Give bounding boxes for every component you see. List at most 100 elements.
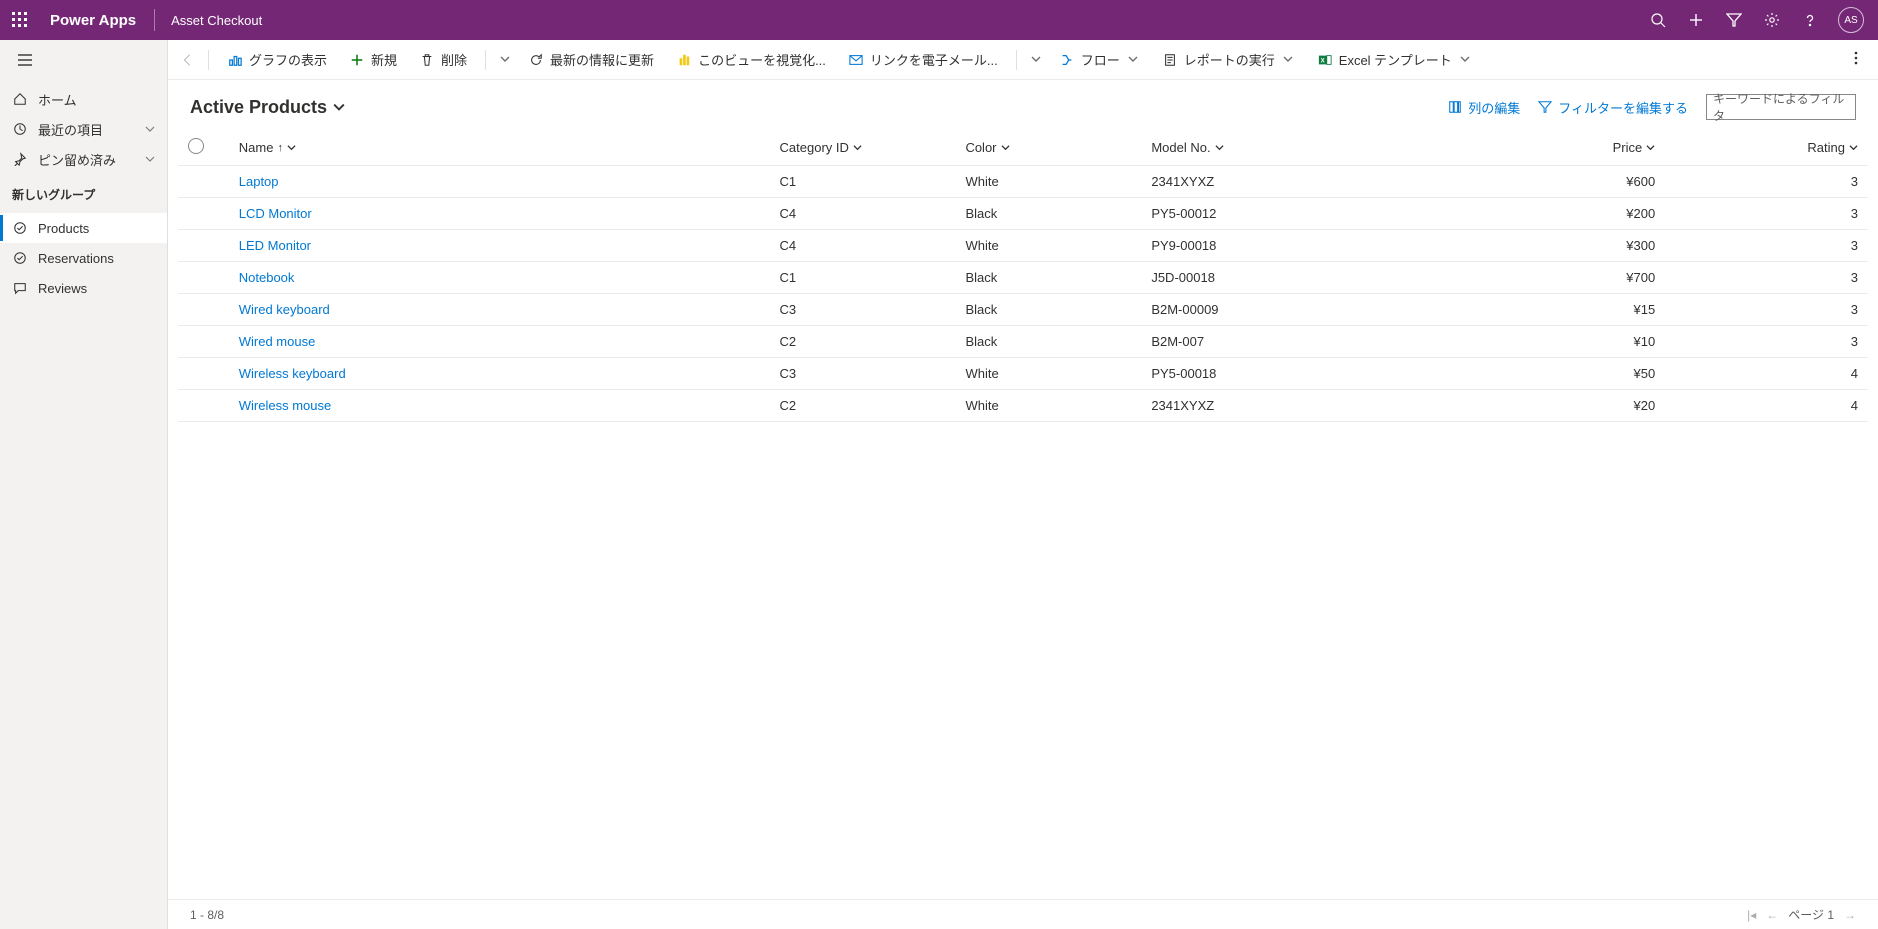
cell-rating: 3 (1665, 198, 1868, 230)
filter-icon[interactable] (1724, 10, 1744, 30)
table-row[interactable]: Wired mouseC2BlackB2M-007¥103 (178, 326, 1868, 358)
first-page-icon[interactable]: |◂ (1747, 908, 1756, 922)
table-row[interactable]: Wireless keyboardC3WhitePY5-00018¥504 (178, 358, 1868, 390)
nav-recent[interactable]: 最近の項目 (0, 114, 167, 144)
name-link[interactable]: LCD Monitor (239, 206, 312, 221)
cell-rating: 3 (1665, 166, 1868, 198)
chevron-down-icon (333, 101, 345, 113)
columns-icon (1448, 100, 1462, 114)
check-circle-icon (12, 250, 28, 266)
sort-asc-icon: ↑ (277, 142, 283, 154)
edit-columns-button[interactable]: 列の編集 (1448, 98, 1520, 117)
quick-find-input[interactable]: キーワードによるフィルタ (1706, 94, 1856, 120)
chevron-down-icon (1281, 52, 1295, 67)
th-label: Rating (1807, 140, 1845, 155)
nav-products[interactable]: Products (0, 213, 167, 243)
table-row[interactable]: Wired keyboardC3BlackB2M-00009¥153 (178, 294, 1868, 326)
cmd-label: Excel テンプレート (1339, 50, 1452, 69)
cmd-visualize[interactable]: このビューを視覚化... (670, 46, 832, 73)
name-link[interactable]: Notebook (239, 270, 295, 285)
col-model-header[interactable]: Model No. (1141, 130, 1445, 166)
next-page-icon[interactable]: → (1844, 908, 1856, 922)
select-all-header[interactable] (178, 130, 229, 166)
cmd-refresh[interactable]: 最新の情報に更新 (522, 46, 660, 73)
chevron-down-icon[interactable] (1029, 52, 1043, 67)
cmd-delete[interactable]: 削除 (413, 46, 473, 73)
chevron-down-icon[interactable] (145, 152, 155, 167)
nav-label: Reservations (38, 251, 114, 266)
th-label: Color (965, 140, 996, 155)
table-row[interactable]: NotebookC1BlackJ5D-00018¥7003 (178, 262, 1868, 294)
col-color-header[interactable]: Color (955, 130, 1141, 166)
chevron-down-icon[interactable] (498, 52, 512, 67)
name-link[interactable]: LED Monitor (239, 238, 311, 253)
app-name[interactable]: Power Apps (44, 12, 142, 29)
cell-model: PY5-00012 (1141, 198, 1445, 230)
separator (208, 50, 209, 70)
row-select[interactable] (178, 198, 229, 230)
nav-reservations[interactable]: Reservations (0, 243, 167, 273)
nav-pinned[interactable]: ピン留め済み (0, 144, 167, 174)
cell-model: 2341XYXZ (1141, 166, 1445, 198)
cell-category: C2 (770, 390, 956, 422)
label: フィルターを編集する (1558, 98, 1688, 117)
cell-rating: 3 (1665, 326, 1868, 358)
nav-home[interactable]: ホーム (0, 84, 167, 114)
cell-category: C1 (770, 262, 956, 294)
cell-color: White (955, 166, 1141, 198)
name-link[interactable]: Wired keyboard (239, 302, 330, 317)
cmd-email-link[interactable]: リンクを電子メール... (842, 46, 1004, 73)
separator (485, 50, 486, 70)
row-select[interactable] (178, 262, 229, 294)
prev-page-icon[interactable]: ← (1766, 908, 1778, 922)
search-icon[interactable] (1648, 10, 1668, 30)
back-icon[interactable] (180, 52, 196, 68)
cmd-show-chart[interactable]: グラフの表示 (221, 46, 333, 73)
divider (154, 9, 155, 31)
col-name-header[interactable]: Name ↑ (229, 130, 770, 166)
record-count: 1 - 8/8 (190, 908, 224, 922)
avatar[interactable]: AS (1838, 7, 1864, 33)
col-price-header[interactable]: Price (1446, 130, 1666, 166)
chevron-down-icon[interactable] (145, 122, 155, 137)
app-page-name[interactable]: Asset Checkout (167, 13, 262, 28)
cmd-run-report[interactable]: レポートの実行 (1156, 46, 1301, 73)
chevron-down-icon (1458, 52, 1472, 67)
row-select[interactable] (178, 230, 229, 262)
placeholder: キーワードによるフィルタ (1713, 90, 1849, 124)
cell-price: ¥700 (1446, 262, 1666, 294)
name-link[interactable]: Wireless mouse (239, 398, 331, 413)
col-category-header[interactable]: Category ID (770, 130, 956, 166)
gear-icon[interactable] (1762, 10, 1782, 30)
chevron-down-icon (1001, 143, 1010, 152)
row-select[interactable] (178, 294, 229, 326)
edit-filters-button[interactable]: フィルターを編集する (1538, 98, 1688, 117)
row-select[interactable] (178, 358, 229, 390)
name-link[interactable]: Laptop (239, 174, 279, 189)
cell-color: Black (955, 294, 1141, 326)
table-row[interactable]: LED MonitorC4WhitePY9-00018¥3003 (178, 230, 1868, 262)
cell-color: White (955, 390, 1141, 422)
cmd-flow[interactable]: フロー (1053, 46, 1146, 73)
hamburger-icon[interactable] (16, 51, 34, 69)
cell-color: White (955, 230, 1141, 262)
table-row[interactable]: LCD MonitorC4BlackPY5-00012¥2003 (178, 198, 1868, 230)
cmd-excel-template[interactable]: X Excel テンプレート (1311, 46, 1478, 73)
view-title-dropdown[interactable]: Active Products (190, 97, 345, 118)
row-select[interactable] (178, 390, 229, 422)
overflow-icon[interactable] (1846, 47, 1866, 72)
table-row[interactable]: Wireless mouseC2White2341XYXZ¥204 (178, 390, 1868, 422)
chevron-down-icon (1126, 52, 1140, 67)
name-link[interactable]: Wired mouse (239, 334, 316, 349)
table-row[interactable]: LaptopC1White2341XYXZ¥6003 (178, 166, 1868, 198)
row-select[interactable] (178, 166, 229, 198)
row-select[interactable] (178, 326, 229, 358)
waffle-icon[interactable] (8, 8, 32, 32)
cell-model: 2341XYXZ (1141, 390, 1445, 422)
col-rating-header[interactable]: Rating (1665, 130, 1868, 166)
nav-reviews[interactable]: Reviews (0, 273, 167, 303)
help-icon[interactable] (1800, 10, 1820, 30)
plus-icon[interactable] (1686, 10, 1706, 30)
name-link[interactable]: Wireless keyboard (239, 366, 346, 381)
cmd-new[interactable]: 新規 (343, 46, 403, 73)
